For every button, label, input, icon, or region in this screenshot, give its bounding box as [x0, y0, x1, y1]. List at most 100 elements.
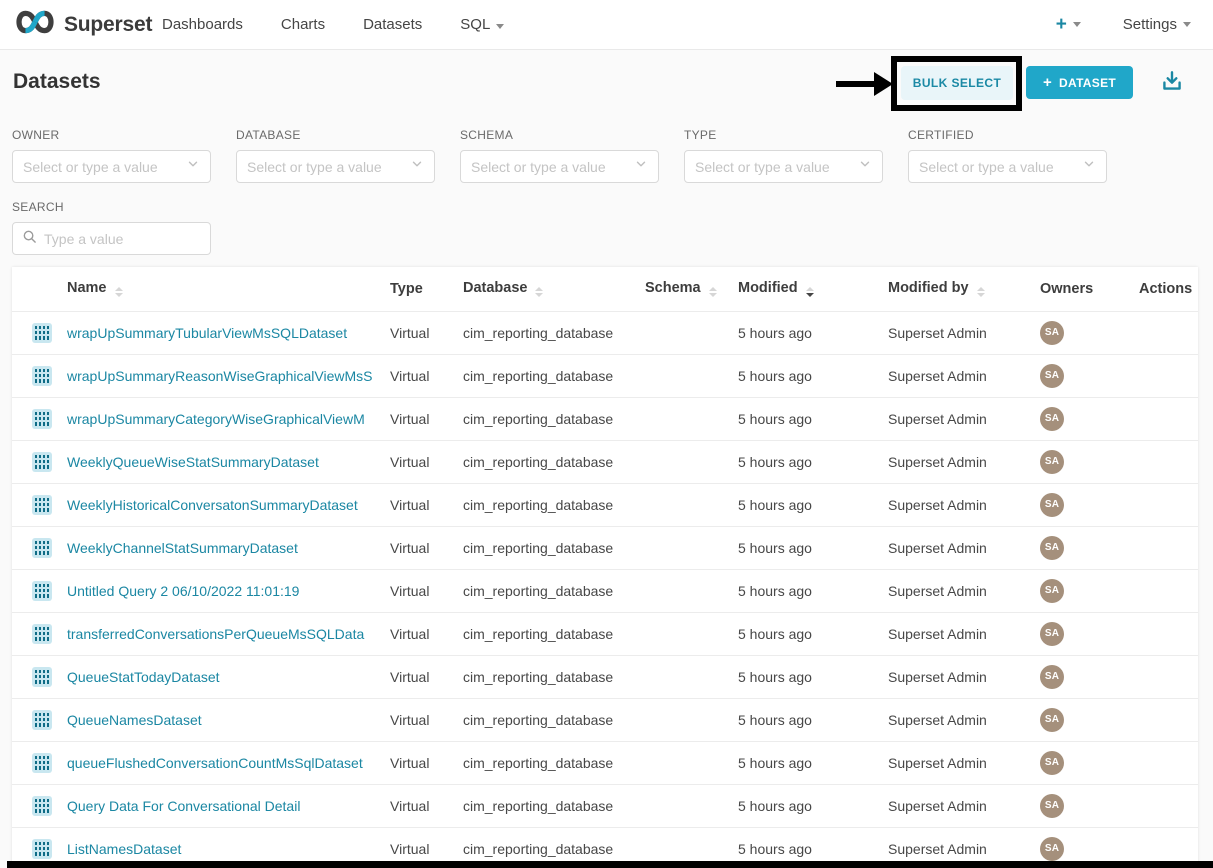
dataset-name-cell: queueFlushedConversationCountMsSqlDatase… [67, 741, 390, 784]
filter-select[interactable]: Select or type a value [684, 150, 883, 183]
table-grid-icon [32, 710, 52, 730]
owner-avatar[interactable]: SA [1040, 493, 1064, 517]
owner-avatar[interactable]: SA [1040, 708, 1064, 732]
dataset-link[interactable]: wrapUpSummaryCategoryWiseGraphicalViewM [67, 411, 365, 427]
dataset-link[interactable]: WeeklyQueueWiseStatSummaryDataset [67, 454, 319, 470]
annotation-arrow-shaft [836, 81, 876, 87]
navbar-right: + Settings [1056, 15, 1191, 34]
dataset-actions-cell [1139, 354, 1198, 397]
column-header[interactable]: Modified [738, 267, 888, 311]
dataset-link[interactable]: ListNamesDataset [67, 841, 181, 857]
main-nav: Dashboards Charts Datasets SQL [162, 16, 504, 33]
dataset-link[interactable]: Untitled Query 2 06/10/2022 11:01:19 [67, 583, 299, 599]
table-row: Query Data For Conversational Detail Vir… [12, 784, 1198, 827]
owner-avatar[interactable]: SA [1040, 794, 1064, 818]
search-input[interactable] [44, 231, 201, 247]
search-label: SEARCH [12, 200, 211, 214]
column-header[interactable]: Modified by [888, 267, 1040, 311]
filter-select[interactable]: Select or type a value [12, 150, 211, 183]
column-header[interactable]: Name [67, 267, 390, 311]
dataset-modified-cell: 5 hours ago [738, 440, 888, 483]
brand-name: Superset [64, 13, 152, 37]
dataset-owners-cell: SA [1040, 397, 1139, 440]
dataset-name-cell: wrapUpSummaryTubularViewMsSQLDataset [67, 311, 390, 354]
owner-avatar[interactable]: SA [1040, 407, 1064, 431]
chevron-down-icon [1183, 22, 1191, 27]
nav-item[interactable]: Charts [281, 16, 325, 33]
dataset-database-cell: cim_reporting_database [463, 698, 645, 741]
nav-item[interactable]: SQL [460, 16, 504, 33]
owner-avatar[interactable]: SA [1040, 837, 1064, 861]
column-header[interactable]: Type [390, 267, 463, 311]
owner-avatar[interactable]: SA [1040, 450, 1064, 474]
add-dataset-button[interactable]: + DATASET [1026, 66, 1133, 99]
dataset-owners-cell: SA [1040, 526, 1139, 569]
dataset-database-cell: cim_reporting_database [463, 483, 645, 526]
filter-select[interactable]: Select or type a value [236, 150, 435, 183]
filter-placeholder: Select or type a value [247, 159, 410, 175]
filter-label: TYPE [684, 128, 883, 142]
nav-item[interactable]: Dashboards [162, 16, 243, 33]
column-header-label: Modified by [888, 280, 969, 296]
dataset-icon-cell [12, 440, 67, 483]
dataset-link[interactable]: QueueNamesDataset [67, 712, 202, 728]
owner-avatar[interactable]: SA [1040, 321, 1064, 345]
chevron-down-icon [634, 157, 648, 176]
table-grid-icon [32, 323, 52, 343]
column-header[interactable]: Actions [1139, 267, 1198, 311]
dataset-link[interactable]: transferredConversationsPerQueueMsSQLDat… [67, 626, 364, 642]
table-header-row: Name Type Database Schema Modified Modif… [12, 267, 1198, 311]
owner-avatar[interactable]: SA [1040, 622, 1064, 646]
owner-avatar[interactable]: SA [1040, 536, 1064, 560]
nav-item[interactable]: Datasets [363, 16, 422, 33]
dataset-icon-cell [12, 311, 67, 354]
sort-icon [806, 287, 814, 297]
dataset-actions-cell [1139, 569, 1198, 612]
filter-group: CERTIFIED Select or type a value [908, 128, 1107, 183]
dataset-type-cell: Virtual [390, 698, 463, 741]
filter-select[interactable]: Select or type a value [908, 150, 1107, 183]
column-header[interactable] [12, 267, 67, 311]
column-header[interactable]: Database [463, 267, 645, 311]
dataset-actions-cell [1139, 397, 1198, 440]
table-row: QueueStatTodayDataset Virtual cim_report… [12, 655, 1198, 698]
column-header[interactable]: Owners [1040, 267, 1139, 311]
dataset-link[interactable]: WeeklyChannelStatSummaryDataset [67, 540, 298, 556]
owner-avatar[interactable]: SA [1040, 665, 1064, 689]
owner-avatar[interactable]: SA [1040, 579, 1064, 603]
dataset-database-cell: cim_reporting_database [463, 569, 645, 612]
dataset-owners-cell: SA [1040, 569, 1139, 612]
superset-logo[interactable]: Superset [14, 9, 146, 40]
dataset-type-cell: Virtual [390, 483, 463, 526]
dataset-database-cell: cim_reporting_database [463, 311, 645, 354]
dataset-modified-by-cell: Superset Admin [888, 741, 1040, 784]
owner-avatar[interactable]: SA [1040, 364, 1064, 388]
dataset-owners-cell: SA [1040, 655, 1139, 698]
column-header-label: Database [463, 280, 527, 296]
bulk-select-button[interactable]: BULK SELECT [901, 66, 1013, 100]
dataset-link[interactable]: queueFlushedConversationCountMsSqlDatase… [67, 755, 363, 771]
dataset-link[interactable]: wrapUpSummaryReasonWiseGraphicalViewMsS [67, 368, 373, 384]
dataset-link[interactable]: wrapUpSummaryTubularViewMsSQLDataset [67, 325, 347, 341]
datasets-table: Name Type Database Schema Modified Modif… [12, 267, 1198, 868]
dataset-icon-cell [12, 784, 67, 827]
filter-select[interactable]: Select or type a value [460, 150, 659, 183]
dataset-link[interactable]: Query Data For Conversational Detail [67, 798, 300, 814]
dataset-schema-cell [645, 655, 738, 698]
dataset-type-cell: Virtual [390, 397, 463, 440]
dataset-schema-cell [645, 483, 738, 526]
settings-menu[interactable]: Settings [1123, 16, 1191, 33]
dataset-database-cell: cim_reporting_database [463, 354, 645, 397]
dataset-link[interactable]: QueueStatTodayDataset [67, 669, 220, 685]
new-item-menu[interactable]: + [1056, 15, 1081, 34]
dataset-database-cell: cim_reporting_database [463, 526, 645, 569]
dataset-link[interactable]: WeeklyHistoricalConversatonSummaryDatase… [67, 497, 358, 513]
chevron-down-icon [496, 16, 504, 33]
table-grid-icon [32, 366, 52, 386]
export-datasets-button[interactable] [1158, 68, 1186, 96]
table-row: wrapUpSummaryReasonWiseGraphicalViewMsS … [12, 354, 1198, 397]
table-grid-icon [32, 495, 52, 515]
add-dataset-label: DATASET [1059, 76, 1116, 90]
column-header[interactable]: Schema [645, 267, 738, 311]
owner-avatar[interactable]: SA [1040, 751, 1064, 775]
